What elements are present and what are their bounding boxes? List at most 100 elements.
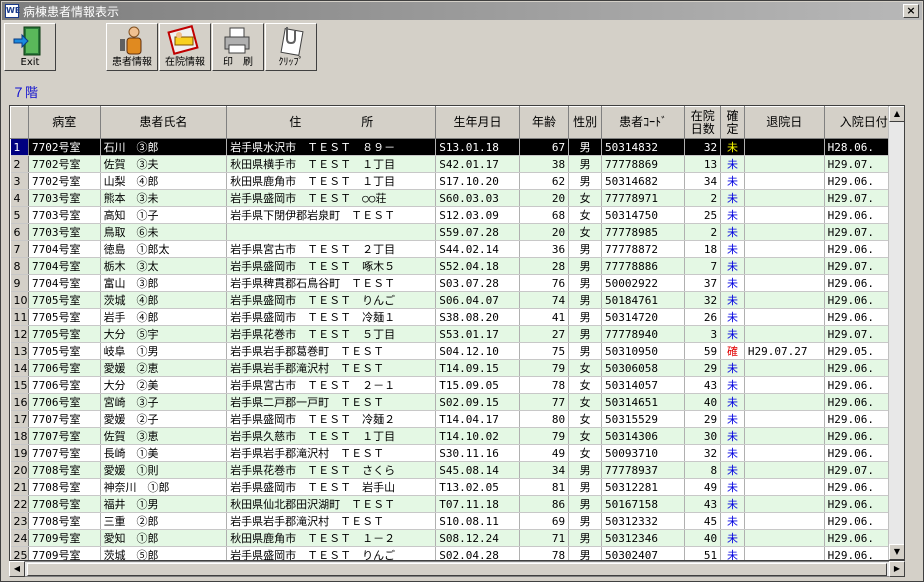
table-row[interactable]: 9 7704号室 富山 ③郎 岩手県稗貫郡石鳥谷町 ＴＥＳＴ S03.07.28 76 男 5… (10, 274, 904, 292)
birthdate-cell: S02.09.15 (435, 393, 520, 411)
table-row[interactable]: 14 7706号室 愛媛 ②恵 岩手県岩手郡滝沢村 ＴＥＳＴ T14.09.15 79 女 5… (10, 359, 904, 377)
column-header-address[interactable]: 住 所 (226, 106, 437, 139)
row-number[interactable]: 24 (10, 529, 29, 547)
inpatient-info-button[interactable]: 在院情報 (159, 23, 211, 71)
row-number[interactable]: 16 (10, 393, 29, 411)
column-header-room[interactable]: 病室 (27, 106, 101, 139)
row-number[interactable]: 21 (10, 478, 29, 496)
printer-icon (224, 27, 250, 54)
table-row[interactable]: 25 7709号室 茨城 ⑤郎 岩手県盛岡市 ＴＥＳＴ りんご S02.04.28 78 男… (10, 546, 904, 560)
row-number[interactable]: 6 (10, 223, 29, 241)
patient-grid[interactable]: 病室 患者氏名住 所生年月日 年齢 性別 患者ｺｰﾄﾞ 在院 日数確 定退院日 入院日付 1… (9, 105, 905, 561)
table-row[interactable]: 2 7702号室 佐賀 ③夫 秋田県横手市 ＴＥＳＴ １丁目 S42.01.17 38 男 7… (10, 155, 904, 173)
row-number[interactable]: 1 (10, 138, 29, 156)
stay-days-cell: 32 (684, 138, 722, 156)
row-number[interactable]: 9 (10, 274, 29, 292)
stay-days-cell: 51 (684, 546, 722, 560)
discharge-date-cell (744, 257, 825, 275)
column-header-confirmed[interactable]: 確 定 (720, 106, 745, 139)
table-row[interactable]: 5 7703号室 高知 ①子 岩手県下閉伊郡岩泉町 ＴＥＳＴ S12.03.09 68 女 5… (10, 206, 904, 224)
patient-code-cell: 77778937 (601, 461, 686, 479)
stay-days-cell: 29 (684, 359, 722, 377)
row-number[interactable]: 15 (10, 376, 29, 394)
horizontal-scrollbar[interactable]: ◀ ▶ (9, 561, 905, 577)
row-number[interactable]: 12 (10, 325, 29, 343)
scroll-right-arrow-icon[interactable]: ▶ (889, 561, 905, 577)
column-header-birthdate[interactable]: 生年月日 (435, 106, 520, 139)
table-row[interactable]: 17 7707号室 愛媛 ②子 岩手県盛岡市 ＴＥＳＴ 冷麺２ T14.04.17 80 女… (10, 410, 904, 428)
clip-button[interactable]: ｸﾘｯﾌﾟ (265, 23, 317, 71)
row-number[interactable]: 17 (10, 410, 29, 428)
row-number[interactable]: 11 (10, 308, 29, 326)
table-row[interactable]: 15 7706号室 大分 ②美 岩手県宮古市 ＴＥＳＴ ２－１ T15.09.05 78 女… (10, 376, 904, 394)
row-number[interactable]: 18 (10, 427, 29, 445)
row-number[interactable]: 25 (10, 546, 29, 560)
row-number[interactable]: 10 (10, 291, 29, 309)
table-row[interactable]: 8 7704号室 栃木 ③太 岩手県盛岡市 ＴＥＳＴ 啄木５ S52.04.18 28 男 7… (10, 257, 904, 275)
column-header-discharge-date[interactable]: 退院日 (743, 106, 825, 139)
discharge-date-cell (744, 478, 825, 496)
table-row[interactable]: 16 7706号室 宮崎 ③子 岩手県二戸郡一戸町 ＴＥＳＴ S02.09.15 77 女 5… (10, 393, 904, 411)
patient-info-button[interactable]: 患者情報 (106, 23, 158, 71)
table-row[interactable]: 12 7705号室 大分 ⑤宇 岩手県花巻市 ＴＥＳＴ ５丁目 S53.01.17 27 男… (10, 325, 904, 343)
table-row[interactable]: 20 7708号室 愛媛 ①則 岩手県花巻市 ＴＥＳＴ さくら S45.08.14 34 男… (10, 461, 904, 479)
address-cell: 岩手県盛岡市 ＴＥＳＴ 冷麺２ (226, 410, 437, 428)
row-number[interactable]: 20 (10, 461, 29, 479)
status-cell: 未 (720, 274, 745, 292)
row-number[interactable]: 5 (10, 206, 29, 224)
vertical-scrollbar[interactable]: ▲ ▼ (888, 106, 904, 560)
table-row[interactable]: 22 7708号室 福井 ①男 秋田県仙北郡田沢湖町 ＴＥＳＴ T07.11.18 86 男… (10, 495, 904, 513)
column-header-name[interactable]: 患者氏名 (99, 106, 228, 139)
age-cell: 74 (519, 291, 570, 309)
stay-days-cell: 45 (684, 512, 722, 530)
discharge-date-cell (744, 308, 825, 326)
row-number[interactable]: 7 (10, 240, 29, 258)
row-number[interactable]: 23 (10, 512, 29, 530)
column-header-stay-days[interactable]: 在院 日数 (684, 106, 722, 139)
column-header-age[interactable]: 年齢 (518, 106, 570, 139)
row-number[interactable]: 4 (10, 189, 29, 207)
address-cell: 秋田県鹿角市 ＴＥＳＴ １－２ (226, 529, 437, 547)
row-number[interactable]: 8 (10, 257, 29, 275)
scroll-left-arrow-icon[interactable]: ◀ (9, 561, 25, 577)
patient-code-cell: 50302407 (601, 546, 686, 560)
status-cell: 未 (720, 393, 745, 411)
exit-button[interactable]: Exit (4, 23, 56, 71)
row-number[interactable]: 14 (10, 359, 29, 377)
table-row[interactable]: 7 7704号室 徳島 ①郎太 岩手県宮古市 ＴＥＳＴ ２丁目 S44.02.14 36 男… (10, 240, 904, 258)
table-row[interactable]: 3 7702号室 山梨 ④郎 秋田県鹿角市 ＴＥＳＴ １丁目 S17.10.20 62 男 5… (10, 172, 904, 190)
table-row[interactable]: 24 7709号室 愛知 ①郎 秋田県鹿角市 ＴＥＳＴ １－２ S08.12.24 71 男… (10, 529, 904, 547)
table-row[interactable]: 6 7703号室 鳥取 ⑥未 S59.07.28 20 女 77778985 2 未 H29.07… (10, 223, 904, 241)
discharge-date-cell (744, 325, 825, 343)
column-header-sex[interactable]: 性別 (568, 106, 602, 139)
horizontal-scroll-thumb[interactable] (27, 563, 887, 576)
table-row[interactable]: 18 7707号室 佐賀 ③恵 岩手県久慈市 ＴＥＳＴ １丁目 T14.10.02 79 女… (10, 427, 904, 445)
table-row[interactable]: 4 7703号室 熊本 ③未 岩手県盛岡市 ＴＥＳＴ ○○荘 S60.03.03 20 女 7… (10, 189, 904, 207)
table-row[interactable]: 10 7705号室 茨城 ④郎 岩手県盛岡市 ＴＥＳＴ りんご S06.04.07 74 男… (10, 291, 904, 309)
exit-door-icon (13, 26, 41, 56)
table-row[interactable]: 19 7707号室 長崎 ①美 岩手県岩手郡滝沢村 ＴＥＳＴ S30.11.16 49 女 5… (10, 444, 904, 462)
table-row[interactable]: 13 7705号室 岐阜 ①男 岩手県岩手郡葛巻町 ＴＥＳＴ S04.12.10 75 男 5… (10, 342, 904, 360)
age-cell: 76 (519, 274, 570, 292)
close-button[interactable]: × (903, 4, 919, 18)
row-number[interactable]: 2 (10, 155, 29, 173)
row-number[interactable]: 13 (10, 342, 29, 360)
table-row[interactable]: 1 7702号室 石川 ③郎 岩手県水沢市 ＴＥＳＴ ８９－ S13.01.18 67 男 5… (10, 138, 904, 156)
patient-code-cell: 50315529 (601, 410, 686, 428)
row-number[interactable]: 22 (10, 495, 29, 513)
row-number[interactable]: 3 (10, 172, 29, 190)
birthdate-cell: S13.01.18 (435, 138, 520, 156)
stay-days-cell: 32 (684, 444, 722, 462)
print-button[interactable]: 印 刷 (212, 23, 264, 71)
row-number[interactable]: 19 (10, 444, 29, 462)
table-row[interactable]: 11 7705号室 岩手 ④郎 岩手県盛岡市 ＴＥＳＴ 冷麺１ S38.08.20 41 男… (10, 308, 904, 326)
scroll-down-arrow-icon[interactable]: ▼ (889, 544, 904, 560)
room-cell: 7708号室 (28, 478, 101, 496)
scroll-up-arrow-icon[interactable]: ▲ (889, 106, 904, 122)
status-cell: 未 (720, 325, 745, 343)
table-row[interactable]: 21 7708号室 神奈川 ①郎 岩手県盛岡市 ＴＥＳＴ 岩手山 T13.02.05 81… (10, 478, 904, 496)
title-bar[interactable]: WE 病棟患者情報表示 × (2, 2, 922, 20)
table-row[interactable]: 23 7708号室 三重 ②郎 岩手県岩手郡滝沢村 ＴＥＳＴ S10.08.11 69 男 5… (10, 512, 904, 530)
floor-label: ７階 (12, 86, 39, 101)
column-header-patient-code[interactable]: 患者ｺｰﾄﾞ (600, 106, 686, 139)
